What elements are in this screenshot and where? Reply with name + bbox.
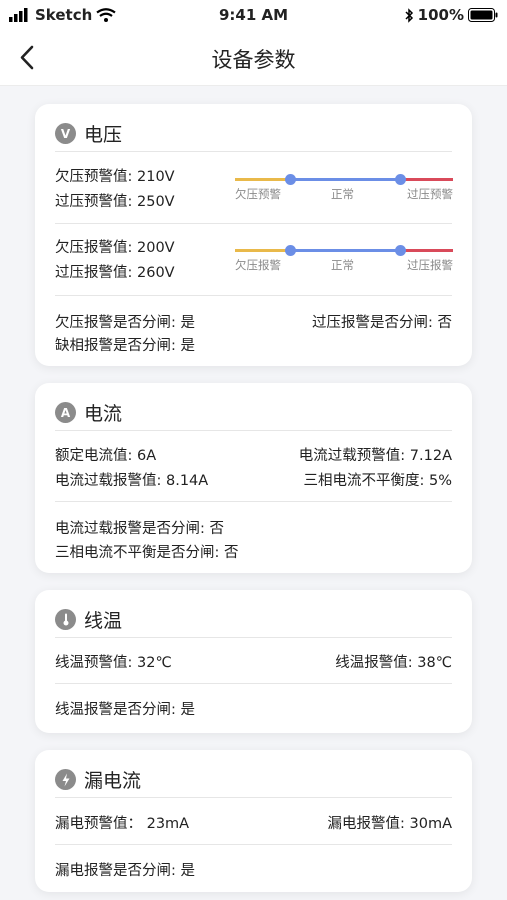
line-temp-row: 线温预警值: 32℃ 线温报警值: 38℃ <box>55 651 452 672</box>
divider <box>55 683 452 684</box>
thermometer-icon <box>55 609 76 630</box>
over-threshold-handle <box>395 245 406 256</box>
leakage-card: 漏电流 漏电预警值： 23mA 漏电报警值: 30mA 漏电报警是否分闸: 是 <box>35 750 472 892</box>
current-card-header: A 电流 <box>55 395 452 431</box>
over-segment <box>400 178 453 181</box>
divider <box>55 844 452 845</box>
range-label-mid: 正常 <box>331 258 354 272</box>
status-bar: Sketch 9:41 AM 100% <box>0 0 507 30</box>
current-imbalance: 三相电流不平衡度: 5% <box>303 473 453 489</box>
voltage-card-header: V 电压 <box>55 116 452 152</box>
divider <box>55 501 452 502</box>
under-threshold-handle <box>285 245 296 256</box>
status-right: 100% <box>405 6 498 24</box>
range-label-right: 过压报警 <box>407 258 453 272</box>
divider <box>55 223 452 224</box>
normal-segment <box>290 249 400 252</box>
battery-icon <box>468 8 498 22</box>
overload-warning: 电流过载预警值: 7.12A <box>298 448 452 464</box>
imbalance-trip: 三相电流不平衡是否分闸: 否 <box>55 545 239 561</box>
over-segment <box>400 249 453 252</box>
rated-current: 额定电流值: 6A <box>55 448 157 464</box>
under-voltage-trip: 欠压报警是否分闸: 是 <box>55 315 195 331</box>
range-label-right: 过压预警 <box>407 187 453 201</box>
leakage-card-header: 漏电流 <box>55 762 452 798</box>
range-label-mid: 正常 <box>331 187 354 201</box>
normal-segment <box>290 178 400 181</box>
leakage-warning: 漏电预警值： 23mA <box>55 816 190 832</box>
under-segment <box>235 178 290 181</box>
current-row-1: 额定电流值: 6A 电流过载预警值: 7.12A <box>55 444 452 465</box>
under-segment <box>235 249 290 252</box>
page-title: 设备参数 <box>211 48 296 72</box>
line-temp-card: 线温 线温预警值: 32℃ 线温报警值: 38℃ 线温报警是否分闸: 是 <box>35 590 472 733</box>
leakage-title: 漏电流 <box>84 770 142 792</box>
divider <box>55 295 452 296</box>
line-temp-warning: 线温预警值: 32℃ <box>55 655 172 671</box>
voltage-card: V 电压 欠压预警值: 210V 过压预警值: 250V 欠压预警 正常 过压预… <box>35 104 472 366</box>
leakage-alarm: 漏电报警值: 30mA <box>327 816 453 832</box>
current-title: 电流 <box>84 403 123 425</box>
over-threshold-handle <box>395 174 406 185</box>
voltage-warning-range: 欠压预警 正常 过压预警 <box>235 173 453 201</box>
under-threshold-handle <box>285 174 296 185</box>
voltage-trip-row: 欠压报警是否分闸: 是 过压报警是否分闸: 否 <box>55 311 452 332</box>
leakage-trip: 漏电报警是否分闸: 是 <box>55 863 195 879</box>
line-temp-trip: 线温报警是否分闸: 是 <box>55 702 195 718</box>
bluetooth-icon <box>405 7 413 23</box>
voltage-icon: V <box>55 123 76 144</box>
over-voltage-trip: 过压报警是否分闸: 否 <box>312 315 452 331</box>
line-temp-title: 线温 <box>84 610 123 632</box>
line-temp-card-header: 线温 <box>55 602 452 638</box>
lightning-icon <box>55 769 76 790</box>
range-label-left: 欠压报警 <box>235 258 281 272</box>
voltage-alarm-range: 欠压报警 正常 过压报警 <box>235 244 453 272</box>
range-label-left: 欠压预警 <box>235 187 281 201</box>
current-card: A 电流 额定电流值: 6A 电流过载预警值: 7.12A 电流过载报警值: 8… <box>35 383 472 573</box>
phase-loss-trip: 缺相报警是否分闸: 是 <box>55 338 195 354</box>
current-row-2: 电流过载报警值: 8.14A 三相电流不平衡度: 5% <box>55 469 452 490</box>
line-temp-alarm: 线温报警值: 38℃ <box>335 655 452 671</box>
overload-trip: 电流过载报警是否分闸: 否 <box>55 521 224 537</box>
nav-bar: 设备参数 <box>0 30 507 86</box>
battery-percent: 100% <box>417 6 464 24</box>
leakage-row: 漏电预警值： 23mA 漏电报警值: 30mA <box>55 812 452 833</box>
current-icon: A <box>55 402 76 423</box>
voltage-title: 电压 <box>84 124 123 146</box>
overload-alarm: 电流过载报警值: 8.14A <box>55 473 209 489</box>
